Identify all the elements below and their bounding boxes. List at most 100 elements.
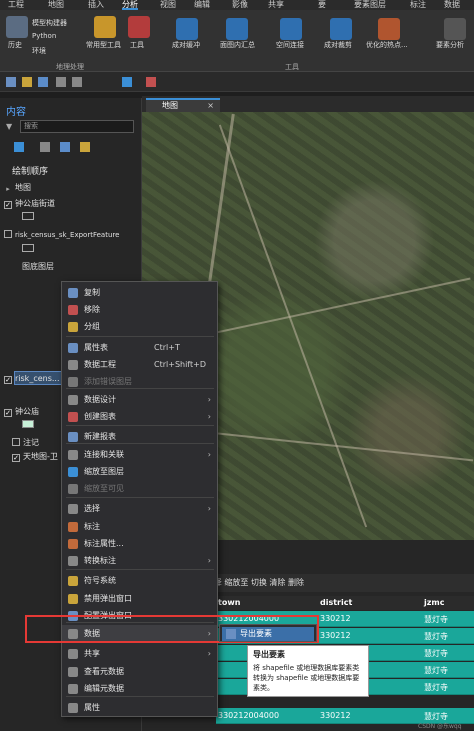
list-by-selection-icon[interactable] — [60, 142, 70, 152]
feature-analysis-icon[interactable] — [444, 18, 466, 40]
redo-icon[interactable] — [72, 77, 82, 87]
list-by-editing-icon[interactable] — [80, 142, 90, 152]
history-button[interactable]: 历史 — [8, 40, 22, 50]
pairwise-buffer-button[interactable]: 成对缓冲 — [172, 40, 200, 50]
menu-item-12[interactable]: 选择 › — [62, 500, 217, 517]
common-tools-button[interactable]: 常用型工具 — [86, 40, 121, 50]
menu-item-9[interactable]: 连接和关联 › — [62, 446, 217, 463]
menu-item-20[interactable]: 共享 › — [62, 645, 217, 662]
menu-item-icon — [68, 556, 78, 566]
history-icon[interactable] — [6, 16, 28, 38]
model-builder-button[interactable]: 模型构建器 — [32, 18, 67, 28]
tab-view[interactable]: 视图 — [160, 0, 176, 10]
column-header-town[interactable]: town — [218, 598, 240, 607]
menu-item-23[interactable]: 属性 — [62, 699, 217, 716]
menu-item-3[interactable]: 属性表 Ctrl+T — [62, 339, 217, 356]
tab-feature-layer[interactable]: 要素图层 — [354, 0, 386, 10]
feature-analysis-button[interactable]: 要素分析 — [436, 40, 464, 50]
menu-item-15[interactable]: 转换标注 › — [62, 552, 217, 569]
menu-item-label: 连接和关联 — [84, 450, 124, 459]
menu-item-22[interactable]: 编辑元数据 — [62, 680, 217, 697]
spatial-join-button[interactable]: 空间连接 — [276, 40, 304, 50]
menu-item-2[interactable]: 分组 — [62, 318, 217, 335]
undo-icon[interactable] — [56, 77, 66, 87]
tab-map[interactable]: 地图 — [48, 0, 64, 10]
tools-button[interactable]: 工具 — [130, 40, 144, 50]
search-input[interactable]: 搜索 — [20, 120, 134, 133]
menu-item-shortcut: Ctrl+Shift+D — [154, 360, 206, 369]
pairwise-clip-icon[interactable] — [330, 18, 352, 40]
tree-item-basemap-layer[interactable]: 图底图层 — [22, 261, 54, 272]
environment-button[interactable]: 环境 — [32, 46, 46, 56]
menu-item-label: 编辑元数据 — [84, 684, 124, 693]
menu-item-icon — [68, 504, 78, 514]
menu-item-1[interactable]: 移除 — [62, 301, 217, 318]
summarize-within-icon[interactable] — [226, 18, 248, 40]
pairwise-clip-button[interactable]: 成对裁剪 — [324, 40, 352, 50]
menu-item-label: 缩放至可见 — [84, 484, 124, 493]
hotspot-icon[interactable] — [378, 18, 400, 40]
menu-item-16[interactable]: 符号系统 — [62, 572, 217, 589]
tab-insert[interactable]: 插入 — [88, 0, 104, 10]
tree-item-tianditu[interactable]: ✓ 天地图-卫 — [12, 451, 58, 462]
tools-icon[interactable] — [128, 16, 150, 38]
spatial-join-icon[interactable] — [280, 18, 302, 40]
tab-share[interactable]: 共享 — [268, 0, 284, 10]
close-icon[interactable]: × — [207, 100, 214, 111]
menu-item-13[interactable]: 标注 — [62, 518, 217, 535]
map-tab[interactable]: 地图 × — [146, 98, 220, 112]
tab-labeling[interactable]: 标注 — [410, 0, 426, 10]
symbol-swatch — [22, 212, 34, 220]
menu-item-label: 共享 — [84, 649, 100, 658]
menu-item-label: 新建报表 — [84, 432, 116, 441]
menu-item-0[interactable]: 复制 — [62, 284, 217, 301]
menu-item-shortcut: Ctrl+T — [154, 343, 180, 352]
python-button[interactable]: Python — [32, 32, 56, 40]
list-by-source-icon[interactable] — [40, 142, 50, 152]
menu-item-4[interactable]: 数据工程 Ctrl+Shift+D — [62, 356, 217, 373]
tab-analysis[interactable]: 分析 — [122, 0, 138, 10]
menu-item-icon — [68, 649, 78, 659]
menu-separator — [66, 336, 214, 337]
column-header-district[interactable]: district — [320, 598, 352, 607]
ribbon-tabs: 工程 地图 插入 分析 视图 编辑 影像 共享 要 要素图层 标注 数据 — [0, 0, 474, 10]
save-icon[interactable] — [38, 77, 48, 87]
tab-data[interactable]: 数据 — [444, 0, 460, 10]
tab-project[interactable]: 工程 — [8, 0, 24, 10]
menu-item-14[interactable]: 标注属性... — [62, 535, 217, 552]
tab-feature[interactable]: 要 — [318, 0, 326, 10]
pairwise-buffer-icon[interactable] — [176, 18, 198, 40]
menu-item-8[interactable]: 新建报表 — [62, 428, 217, 445]
tree-item-layer-zgm[interactable]: ✓ 钟公庙 — [4, 406, 39, 417]
open-icon[interactable] — [22, 77, 32, 87]
toolbox-icon[interactable] — [94, 16, 116, 38]
export-features-menu-item[interactable]: 导出要素 — [222, 627, 314, 641]
tree-item-map[interactable]: ▸ 地图 — [4, 182, 31, 194]
menu-item-10[interactable]: 缩放至图层 — [62, 463, 217, 480]
menu-item-icon — [68, 576, 78, 586]
menu-item-label: 符号系统 — [84, 576, 116, 585]
tree-item-layer-risk-census[interactable]: ✓ risk_cens... — [4, 374, 60, 384]
list-by-drawing-order-icon[interactable] — [14, 142, 24, 152]
menu-item-7[interactable]: 创建图表 › — [62, 408, 217, 425]
tooltip-body: 将 shapefile 或地理数据库要素类转换为 shapefile 或地理数据… — [253, 664, 360, 692]
menu-item-label: 缩放至图层 — [84, 467, 124, 476]
table-icon[interactable] — [146, 77, 156, 87]
tab-edit[interactable]: 编辑 — [194, 0, 210, 10]
menu-item-6[interactable]: 数据设计 › — [62, 391, 217, 408]
tab-imagery[interactable]: 影像 — [232, 0, 248, 10]
tree-item-annotation[interactable]: 注记 — [12, 437, 39, 448]
column-header-jzmc[interactable]: jzmc — [424, 598, 444, 607]
menu-item-icon — [68, 667, 78, 677]
tree-item-layer-street[interactable]: ✓ 钟公庙街道 — [4, 198, 55, 209]
summarize-within-button[interactable]: 面图内汇总 — [220, 40, 255, 50]
explore-icon[interactable] — [122, 77, 132, 87]
menu-item-label: 选择 — [84, 504, 100, 513]
tree-item-layer-export[interactable]: risk_census_sk_ExportFeature — [4, 230, 119, 239]
menu-item-21[interactable]: 查看元数据 — [62, 663, 217, 680]
menu-item-5: 添加错误图层 — [62, 373, 217, 390]
new-icon[interactable] — [6, 77, 16, 87]
optimized-hotspot-button[interactable]: 优化的热点... — [366, 40, 408, 50]
menu-item-17[interactable]: 禁用弹出窗口 — [62, 590, 217, 607]
filter-icon[interactable]: ▼ — [6, 122, 12, 131]
